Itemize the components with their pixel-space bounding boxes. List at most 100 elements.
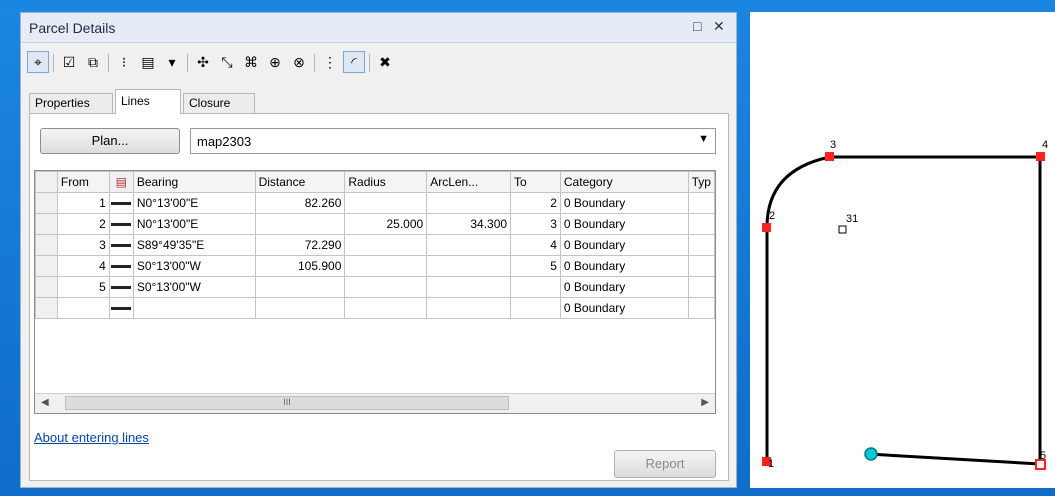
cell-category[interactable]: 0 Boundary — [559, 297, 689, 319]
cell-bearing[interactable] — [132, 297, 256, 319]
cell-radius[interactable] — [344, 297, 428, 319]
table-row[interactable]: 5 S0°13'00"W 0 Boundary — [35, 276, 715, 298]
cell-to[interactable]: 5 — [510, 255, 561, 277]
cell-to[interactable]: 2 — [510, 192, 561, 214]
cell-from[interactable]: 3 — [56, 234, 110, 256]
points-grid-icon[interactable]: ⁝ — [113, 51, 135, 73]
cell-type[interactable] — [687, 255, 715, 277]
cell-arclength[interactable] — [426, 192, 512, 214]
report-button[interactable]: Report — [614, 450, 716, 478]
column-header-from[interactable]: From — [56, 171, 110, 193]
cell-to[interactable] — [510, 297, 561, 319]
scroll-right-icon[interactable]: ▶ — [701, 397, 709, 408]
cell-radius[interactable] — [344, 192, 428, 214]
about-entering-lines-link[interactable]: About entering lines — [34, 430, 149, 445]
vertex-2[interactable] — [762, 223, 771, 232]
cell-category[interactable]: 0 Boundary — [559, 234, 689, 256]
copy-icon[interactable]: ⧉ — [82, 51, 104, 73]
column-header-to[interactable]: To — [510, 171, 561, 193]
plan-button[interactable]: Plan... — [40, 128, 180, 154]
start-point-marker[interactable] — [864, 447, 878, 461]
cell-arclength[interactable] — [426, 297, 512, 319]
row-selector[interactable] — [35, 213, 58, 235]
horizontal-scrollbar[interactable]: ◀ III ▶ — [35, 393, 715, 413]
circle-edit-icon[interactable]: ⊗ — [288, 51, 310, 73]
tab-closure[interactable]: Closure — [183, 93, 255, 113]
cell-category[interactable]: 0 Boundary — [559, 213, 689, 235]
cell-radius[interactable] — [344, 276, 428, 298]
cell-category[interactable]: 0 Boundary — [559, 276, 689, 298]
curve-icon[interactable]: ◜ — [343, 51, 365, 73]
row-selector[interactable] — [35, 297, 58, 319]
row-selector[interactable] — [35, 255, 58, 277]
table-row[interactable]: 1 N0°13'00"E 82.260 2 0 Boundary — [35, 192, 715, 214]
cell-radius[interactable] — [344, 234, 428, 256]
table-row[interactable]: 0 Boundary — [35, 297, 715, 319]
column-header-category[interactable]: Category — [559, 171, 689, 193]
cell-distance[interactable] — [254, 213, 346, 235]
row-selector[interactable] — [35, 192, 58, 214]
column-header-arclength[interactable]: ArcLen... — [426, 171, 512, 193]
cell-bearing[interactable]: S0°13'00"W — [132, 276, 256, 298]
check-icon[interactable]: ☑ — [58, 51, 80, 73]
sequence-icon[interactable]: ⋮ — [319, 51, 341, 73]
cell-from[interactable]: 1 — [56, 192, 110, 214]
vertex-4[interactable] — [1036, 152, 1045, 161]
vertex-31[interactable] — [838, 225, 847, 234]
point-tool-icon[interactable]: ⌘ — [240, 51, 262, 73]
tab-lines[interactable]: Lines — [115, 89, 181, 114]
tab-properties[interactable]: Properties — [29, 93, 113, 113]
cell-category[interactable]: 0 Boundary — [559, 255, 689, 277]
table-row[interactable]: 2 N0°13'00"E 25.000 34.300 3 0 Boundary — [35, 213, 715, 235]
plan-select[interactable]: map2303 ▼ — [190, 128, 716, 154]
column-header-segment[interactable]: ▤ — [108, 171, 134, 193]
dropdown-arrow-icon[interactable]: ▾ — [161, 51, 183, 73]
join-icon[interactable]: ✣ — [192, 51, 214, 73]
column-header-distance[interactable]: Distance — [254, 171, 346, 193]
crosshair-icon[interactable]: ⌖ — [27, 51, 49, 73]
cell-arclength[interactable] — [426, 234, 512, 256]
row-selector[interactable] — [35, 276, 58, 298]
cell-bearing[interactable]: N0°13'00"E — [132, 192, 256, 214]
circle-tool-icon[interactable]: ⊕ — [264, 51, 286, 73]
cell-distance[interactable] — [254, 276, 346, 298]
cell-radius[interactable] — [344, 255, 428, 277]
row-selector[interactable] — [35, 234, 58, 256]
cell-type[interactable] — [687, 276, 715, 298]
scroll-left-icon[interactable]: ◀ — [41, 397, 49, 408]
cell-to[interactable] — [510, 276, 561, 298]
cell-type[interactable] — [687, 213, 715, 235]
cell-distance[interactable]: 72.290 — [254, 234, 346, 256]
cell-distance[interactable]: 82.260 — [254, 192, 346, 214]
cell-to[interactable]: 3 — [510, 213, 561, 235]
cell-bearing[interactable]: N0°13'00"E — [132, 213, 256, 235]
column-header-bearing[interactable]: Bearing — [132, 171, 256, 193]
cell-from[interactable]: 5 — [56, 276, 110, 298]
cell-from[interactable] — [56, 297, 110, 319]
cell-arclength[interactable] — [426, 276, 512, 298]
pages-icon[interactable]: ▤ — [137, 51, 159, 73]
cell-category[interactable]: 0 Boundary — [559, 192, 689, 214]
vertex-3[interactable] — [825, 152, 834, 161]
table-row[interactable]: 3 S89°49'35"E 72.290 4 0 Boundary — [35, 234, 715, 256]
delete-icon[interactable]: ✖ — [374, 51, 396, 73]
cell-type[interactable] — [687, 234, 715, 256]
table-row[interactable]: 4 S0°13'00"W 105.900 5 0 Boundary — [35, 255, 715, 277]
column-header-radius[interactable]: Radius — [344, 171, 428, 193]
cell-bearing[interactable]: S89°49'35"E — [132, 234, 256, 256]
cell-arclength[interactable]: 34.300 — [426, 213, 512, 235]
cell-type[interactable] — [687, 192, 715, 214]
line-tool-icon[interactable]: ⤡ — [216, 51, 238, 73]
close-button[interactable]: ✕ — [713, 18, 725, 35]
column-header-type[interactable]: Typ — [687, 171, 715, 193]
cell-distance[interactable] — [254, 297, 346, 319]
cell-bearing[interactable]: S0°13'00"W — [132, 255, 256, 277]
cell-radius[interactable]: 25.000 — [344, 213, 428, 235]
cell-type[interactable] — [687, 297, 715, 319]
cell-arclength[interactable] — [426, 255, 512, 277]
maximize-button[interactable]: □ — [693, 18, 701, 34]
parcel-map-canvas[interactable]: 1 2 3 4 5 31 — [750, 12, 1055, 488]
cell-from[interactable]: 2 — [56, 213, 110, 235]
cell-to[interactable]: 4 — [510, 234, 561, 256]
cell-distance[interactable]: 105.900 — [254, 255, 346, 277]
